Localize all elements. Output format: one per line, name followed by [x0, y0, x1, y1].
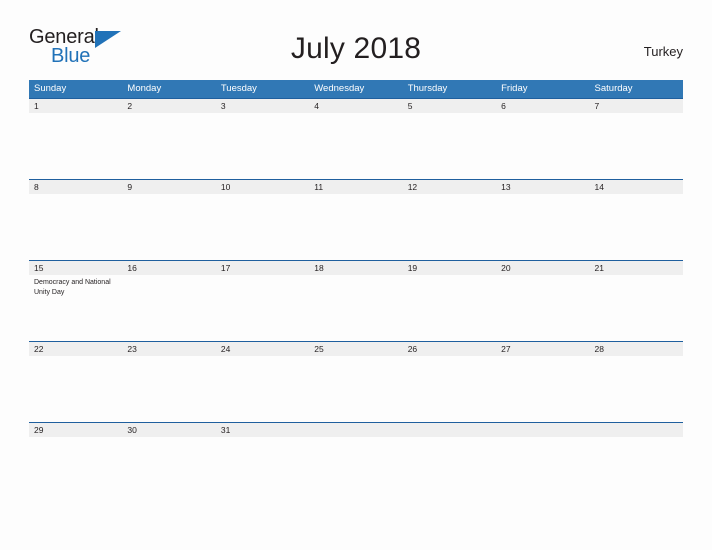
day-cell[interactable]	[29, 437, 122, 459]
day-cell[interactable]	[496, 194, 589, 260]
day-cell[interactable]	[122, 194, 215, 260]
date-number[interactable]: 10	[216, 180, 309, 194]
day-cell[interactable]	[590, 356, 683, 422]
weekday-header-row: Sunday Monday Tuesday Wednesday Thursday…	[29, 80, 683, 98]
day-cell[interactable]	[122, 356, 215, 422]
day-cell[interactable]	[216, 437, 309, 459]
region-label: Turkey	[643, 44, 683, 59]
day-cell[interactable]	[216, 275, 309, 341]
day-cell	[309, 437, 402, 459]
day-cell[interactable]	[590, 113, 683, 179]
week-date-band: 29 30 31	[29, 423, 683, 437]
day-cell[interactable]	[590, 194, 683, 260]
holiday-event-text: Democracy and National Unity Day	[34, 279, 111, 296]
weekday-header-thursday: Thursday	[407, 83, 448, 94]
date-number[interactable]: 21	[590, 261, 683, 275]
date-number[interactable]: 27	[496, 342, 589, 356]
weekday-header-wednesday: Wednesday	[314, 83, 365, 94]
date-number[interactable]: 11	[309, 180, 402, 194]
weekday-header-saturday: Saturday	[594, 83, 633, 94]
date-number[interactable]: 7	[590, 99, 683, 113]
weekday-header-monday: Monday	[127, 83, 162, 94]
day-cell[interactable]	[122, 113, 215, 179]
date-number[interactable]: 16	[122, 261, 215, 275]
date-number[interactable]: 29	[29, 423, 122, 437]
date-number[interactable]: 20	[496, 261, 589, 275]
date-number[interactable]: 5	[403, 99, 496, 113]
date-number[interactable]: 31	[216, 423, 309, 437]
date-number[interactable]: 24	[216, 342, 309, 356]
week-date-band: 8 9 10 11 12 13 14	[29, 180, 683, 194]
day-cell[interactable]	[309, 356, 402, 422]
date-number[interactable]: 23	[122, 342, 215, 356]
day-cell[interactable]	[496, 356, 589, 422]
week-event-band	[29, 437, 683, 459]
date-number[interactable]: 14	[590, 180, 683, 194]
calendar-week-row: 1 2 3 4 5 6 7	[29, 98, 683, 179]
calendar-week-row: 22 23 24 25 26 27 28	[29, 341, 683, 422]
day-cell[interactable]	[496, 113, 589, 179]
date-number[interactable]: 19	[403, 261, 496, 275]
date-number[interactable]: 12	[403, 180, 496, 194]
date-number[interactable]: 15	[29, 261, 122, 275]
week-date-band: 1 2 3 4 5 6 7	[29, 99, 683, 113]
date-number[interactable]: 13	[496, 180, 589, 194]
day-cell	[403, 437, 496, 459]
calendar-week-row: 29 30 31	[29, 422, 683, 459]
weekday-header-sunday: Sunday	[34, 83, 67, 94]
date-number[interactable]: 6	[496, 99, 589, 113]
date-number[interactable]: 4	[309, 99, 402, 113]
calendar-week-row: 8 9 10 11 12 13 14	[29, 179, 683, 260]
day-cell[interactable]	[122, 275, 215, 341]
week-date-band: 22 23 24 25 26 27 28	[29, 342, 683, 356]
date-number[interactable]: 22	[29, 342, 122, 356]
date-number	[590, 423, 683, 437]
week-event-band	[29, 194, 683, 260]
day-cell[interactable]: Democracy and National Unity Day	[29, 275, 122, 341]
date-number	[309, 423, 402, 437]
date-number[interactable]: 9	[122, 180, 215, 194]
day-cell[interactable]	[496, 275, 589, 341]
day-cell[interactable]	[309, 194, 402, 260]
week-event-band	[29, 356, 683, 422]
weekday-header-tuesday: Tuesday	[220, 83, 257, 94]
day-cell[interactable]	[309, 275, 402, 341]
date-number[interactable]: 26	[403, 342, 496, 356]
day-cell	[496, 437, 589, 459]
date-number	[403, 423, 496, 437]
day-cell[interactable]	[309, 113, 402, 179]
day-cell[interactable]	[122, 437, 215, 459]
date-number[interactable]: 8	[29, 180, 122, 194]
day-cell[interactable]	[403, 113, 496, 179]
weekday-header-friday: Friday	[501, 83, 528, 94]
date-number[interactable]: 3	[216, 99, 309, 113]
week-date-band: 15 16 17 18 19 20 21	[29, 261, 683, 275]
day-cell[interactable]	[29, 194, 122, 260]
day-cell[interactable]	[590, 275, 683, 341]
page-title: July 2018	[290, 32, 422, 65]
day-cell[interactable]	[29, 356, 122, 422]
day-cell	[590, 437, 683, 459]
day-cell[interactable]	[216, 356, 309, 422]
date-number[interactable]: 28	[590, 342, 683, 356]
date-number[interactable]: 1	[29, 99, 122, 113]
calendar-week-row: 15 16 17 18 19 20 21 Democracy and Natio…	[29, 260, 683, 341]
day-cell[interactable]	[403, 194, 496, 260]
day-cell[interactable]	[403, 356, 496, 422]
day-cell[interactable]	[216, 113, 309, 179]
calendar-page: General Blue July 2018 Turkey Sunday Mon…	[0, 0, 712, 550]
week-event-band	[29, 113, 683, 179]
date-number	[496, 423, 589, 437]
day-cell[interactable]	[216, 194, 309, 260]
page-header: General Blue July 2018 Turkey	[29, 26, 683, 74]
day-cell[interactable]	[29, 113, 122, 179]
date-number[interactable]: 25	[309, 342, 402, 356]
date-number[interactable]: 30	[122, 423, 215, 437]
date-number[interactable]: 18	[309, 261, 402, 275]
date-number[interactable]: 2	[122, 99, 215, 113]
week-event-band: Democracy and National Unity Day	[29, 275, 683, 341]
day-cell[interactable]	[403, 275, 496, 341]
date-number[interactable]: 17	[216, 261, 309, 275]
calendar-grid: Sunday Monday Tuesday Wednesday Thursday…	[29, 80, 683, 459]
